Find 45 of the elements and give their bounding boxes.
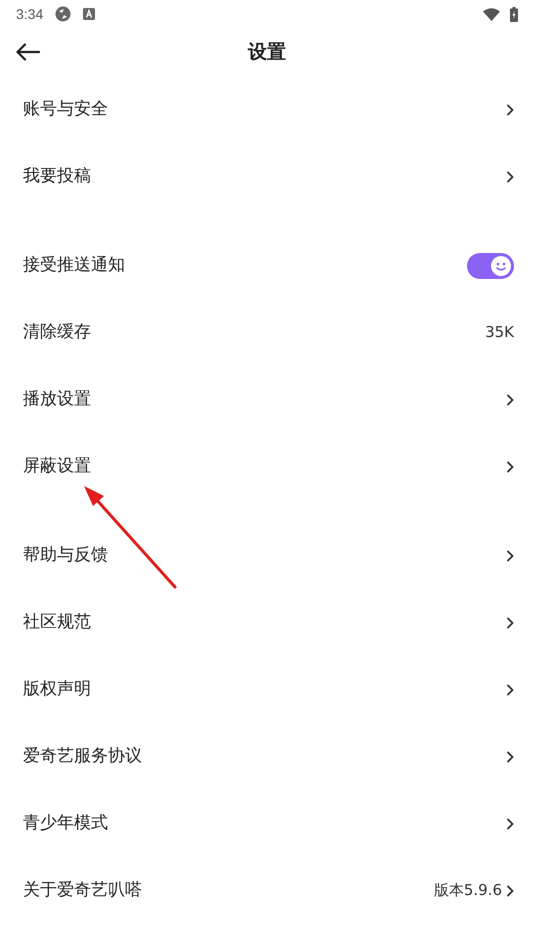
chevron-right-icon	[506, 170, 514, 182]
chevron-right-icon	[506, 394, 514, 406]
settings-row[interactable]: 接受推送通知	[0, 232, 534, 299]
settings-row[interactable]: 关于爱奇艺叭嗒 版本5.9.6	[0, 857, 534, 924]
row-label: 帮助与反馈	[23, 544, 108, 567]
settings-row[interactable]: 我要投稿	[0, 143, 534, 210]
row-label: 接受推送通知	[23, 254, 125, 277]
row-label: 账号与安全	[23, 98, 108, 121]
row-label: 青少年模式	[23, 812, 108, 835]
row-label: 我要投稿	[23, 164, 91, 188]
row-label: 清除缓存	[23, 320, 91, 344]
smiley-icon	[491, 256, 511, 276]
chevron-right-icon	[506, 104, 514, 116]
settings-row[interactable]: 清除缓存 35K	[0, 299, 534, 366]
row-label: 版权声明	[23, 678, 91, 701]
row-value: 版本5.9.6	[434, 880, 502, 902]
page-title: 设置	[248, 40, 286, 65]
back-arrow-icon	[16, 43, 40, 61]
chevron-right-icon	[506, 460, 514, 472]
row-value: 35K	[485, 322, 514, 344]
chevron-right-icon	[506, 616, 514, 628]
settings-row[interactable]: 版权声明	[0, 656, 534, 723]
app-notification-icon	[55, 6, 72, 22]
row-label: 关于爱奇艺叭嗒	[23, 878, 142, 902]
chevron-right-icon	[506, 750, 514, 762]
chevron-right-icon	[506, 684, 514, 696]
wifi-icon	[483, 8, 500, 20]
chevron-right-icon	[506, 550, 514, 562]
status-time: 3:34	[16, 4, 44, 24]
keyboard-notification-icon	[83, 8, 96, 20]
toggle-switch[interactable]	[467, 252, 514, 278]
row-label: 播放设置	[23, 388, 91, 411]
row-label: 社区规范	[23, 610, 91, 634]
chevron-right-icon	[506, 818, 514, 830]
settings-row[interactable]: 播放设置	[0, 366, 534, 433]
settings-row[interactable]: 帮助与反馈	[0, 522, 534, 589]
battery-charging-icon	[510, 6, 518, 22]
settings-row[interactable]: 爱奇艺服务协议	[0, 723, 534, 790]
settings-row[interactable]: 账号与安全	[0, 76, 534, 143]
settings-row[interactable]: 青少年模式	[0, 790, 534, 857]
chevron-right-icon	[506, 884, 514, 896]
row-label: 爱奇艺服务协议	[23, 744, 142, 768]
settings-row[interactable]: 屏蔽设置	[0, 433, 534, 500]
settings-row[interactable]: 社区规范	[0, 589, 534, 656]
row-label: 屏蔽设置	[23, 454, 91, 478]
